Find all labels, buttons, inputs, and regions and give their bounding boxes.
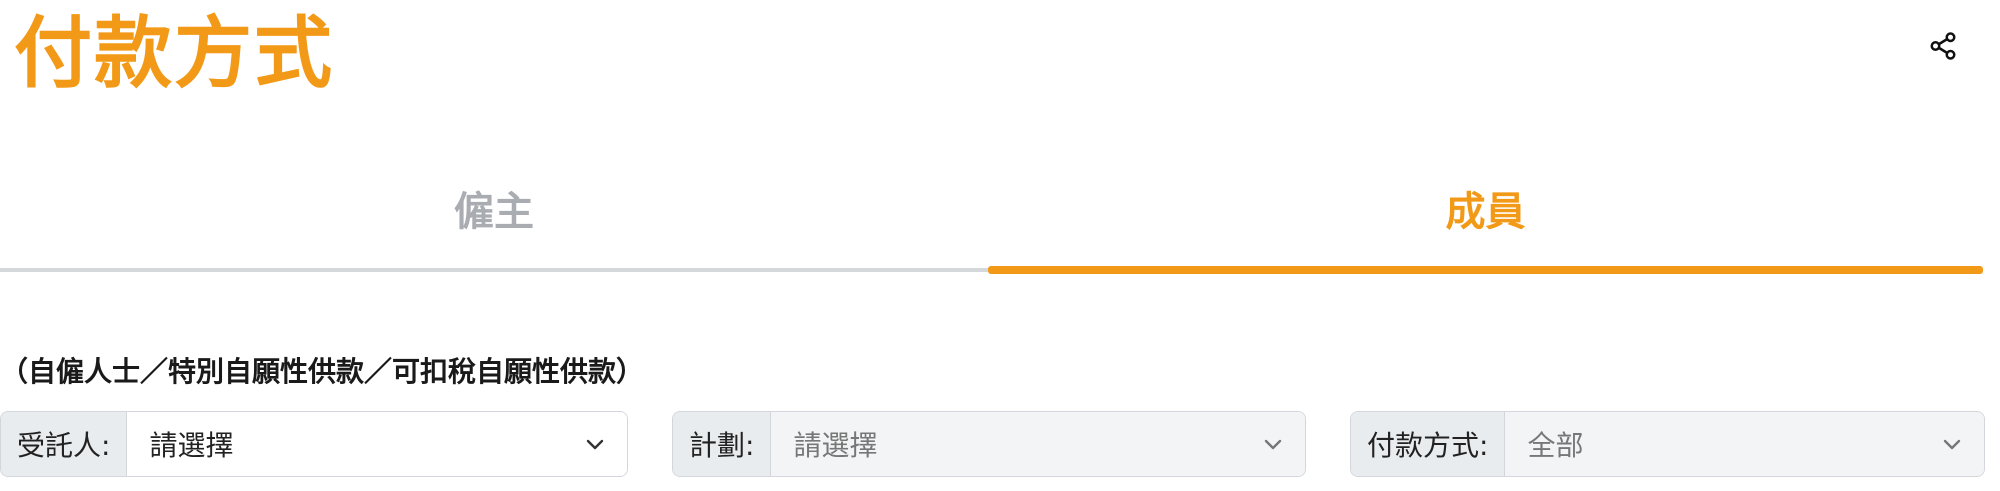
payment-method-label: 付款方式: bbox=[1351, 412, 1506, 476]
share-icon bbox=[1930, 32, 1956, 60]
payment-method-select[interactable]: 全部 bbox=[1505, 412, 1984, 476]
plan-select[interactable]: 請選擇 bbox=[771, 412, 1305, 476]
payment-method-filter: 付款方式: 全部 bbox=[1350, 411, 1985, 477]
plan-filter: 計劃: 請選擇 bbox=[672, 411, 1306, 477]
page-title: 付款方式 bbox=[14, 9, 335, 99]
trustee-label: 受託人: bbox=[1, 412, 128, 476]
trustee-select[interactable]: 請選擇 bbox=[127, 412, 627, 476]
tab-bar: 僱主 成員 bbox=[0, 150, 1983, 274]
payment-method-value: 全部 bbox=[1527, 429, 1584, 462]
plan-value: 請選擇 bbox=[793, 429, 878, 462]
active-tab-indicator bbox=[988, 266, 1983, 274]
tab-member[interactable]: 成員 bbox=[988, 150, 1983, 265]
trustee-value: 請選擇 bbox=[149, 429, 234, 462]
chevron-down-icon bbox=[583, 432, 607, 456]
plan-label: 計劃: bbox=[673, 412, 772, 476]
trustee-filter: 受託人: 請選擇 bbox=[0, 411, 628, 477]
section-note: （自僱人士／特別自願性供款／可扣稅自願性供款） bbox=[0, 355, 645, 388]
share-button[interactable] bbox=[1925, 28, 1961, 64]
tab-divider bbox=[0, 268, 988, 272]
tab-employer[interactable]: 僱主 bbox=[0, 150, 988, 265]
chevron-down-icon bbox=[1940, 432, 1964, 456]
chevron-down-icon bbox=[1261, 432, 1285, 456]
